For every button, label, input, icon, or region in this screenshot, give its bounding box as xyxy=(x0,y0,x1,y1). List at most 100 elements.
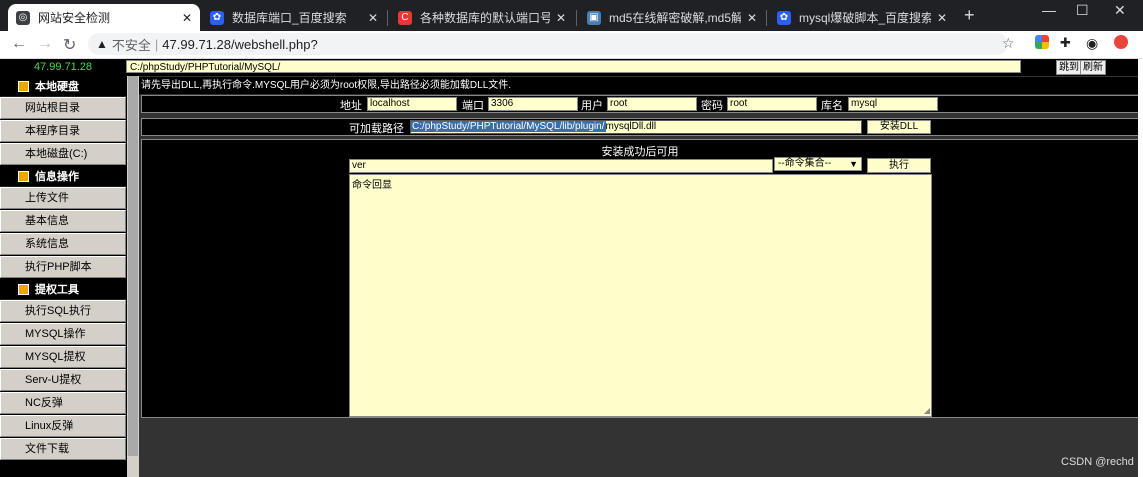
execute-button[interactable]: 执行 xyxy=(867,158,931,173)
dbname-label: 库名 xyxy=(821,100,843,112)
install-dll-button[interactable]: 安装DLL xyxy=(867,120,931,134)
tab-separator xyxy=(766,10,767,26)
refresh-button[interactable]: 刷新 xyxy=(1080,60,1106,75)
address-toolbar: ← → ↻ ▲ 不安全 | 47.99.71.28/webshell.php? … xyxy=(0,31,1143,59)
forward-icon[interactable]: → xyxy=(37,35,53,53)
url-divider: | xyxy=(154,36,159,52)
tab-md5-decrypt[interactable]: ▣ md5在线解密破解,md5解密加密 ✕ xyxy=(579,4,765,31)
user-label: 用户 xyxy=(581,100,603,112)
maximize-button[interactable]: ☐ xyxy=(1076,2,1089,19)
command-set-select[interactable]: --命令集合-- ▼ xyxy=(774,157,862,171)
sidebar-item-basic-info[interactable]: 基本信息 xyxy=(0,210,126,232)
sidebar-item-program-dir[interactable]: 本程序目录 xyxy=(0,120,126,142)
tab-website-security[interactable]: ◎ 网站安全检测 ✕ xyxy=(8,4,200,31)
reload-icon[interactable]: ↻ xyxy=(63,35,76,55)
sidebar-item-mysql-privesc[interactable]: MYSQL提权 xyxy=(0,346,126,368)
sidebar-item-system-info[interactable]: 系统信息 xyxy=(0,233,126,255)
status-text: 安装成功后可用 xyxy=(601,146,679,158)
section-privesc-tools: 提权工具 xyxy=(0,279,126,300)
extension-icon[interactable] xyxy=(1035,35,1049,49)
port-label: 端口 xyxy=(462,100,484,112)
scrollbar-thumb[interactable] xyxy=(128,76,138,456)
folder-icon xyxy=(18,283,29,295)
security-label[interactable]: 不安全 xyxy=(112,35,151,54)
output-text: 命令回显 xyxy=(352,180,392,191)
close-icon[interactable]: ✕ xyxy=(747,11,757,25)
server-ip: 47.99.71.28 xyxy=(0,59,126,76)
section-info-ops: 信息操作 xyxy=(0,166,126,187)
sidebar-menu: 本地硬盘 网站根目录 本程序目录 本地磁盘(C:) 信息操作 上传文件 基本信息… xyxy=(0,76,126,461)
sidebar-item-file-download[interactable]: 文件下载 xyxy=(0,438,126,460)
password-label: 密码 xyxy=(701,100,723,112)
sidebar-item-mysql-ops[interactable]: MYSQL操作 xyxy=(0,323,126,345)
dll-path-label: 可加载路径 xyxy=(349,123,404,135)
globe-icon: ◎ xyxy=(16,10,30,25)
tab-title: 数据库端口_百度搜索 xyxy=(232,11,347,25)
watermark: CSDN @rechd xyxy=(1061,456,1134,468)
path-input[interactable]: C:/phpStudy/PHPTutorial/MySQL/ xyxy=(126,60,1021,73)
warning-icon[interactable]: ▲ xyxy=(96,37,108,51)
sidebar-item-upload[interactable]: 上传文件 xyxy=(0,187,126,209)
command-output-textarea[interactable]: 命令回显 ◢ xyxy=(349,174,932,417)
tab-db-port-search[interactable]: ✿ 数据库端口_百度搜索 ✕ xyxy=(202,4,386,31)
dll-path-input[interactable]: C:/phpStudy/PHPTutorial/MySQL/lib/plugin… xyxy=(410,120,862,134)
dbname-input[interactable]: mysql xyxy=(848,97,938,111)
webshell-page: 47.99.71.28 本地硬盘 网站根目录 本程序目录 本地磁盘(C:) 信息… xyxy=(0,59,1143,477)
close-icon[interactable]: ✕ xyxy=(937,11,947,25)
main-area: C:/phpStudy/PHPTutorial/MySQL/ 跳到 刷新 请先导… xyxy=(126,59,1143,477)
host-label: 地址 xyxy=(340,100,362,112)
tab-separator xyxy=(387,10,388,26)
minimize-button[interactable]: — xyxy=(1042,2,1056,18)
back-icon[interactable]: ← xyxy=(11,35,27,53)
tab-title: 各种数据库的默认端口号-CSDN xyxy=(420,11,550,25)
url-text[interactable]: 47.99.71.28/webshell.php? xyxy=(162,37,317,52)
command-set-value: --命令集合-- xyxy=(778,158,832,169)
update-icon[interactable] xyxy=(1114,35,1128,49)
user-input[interactable]: root xyxy=(607,97,697,111)
browser-tab-strip: ◎ 网站安全检测 ✕ ✿ 数据库端口_百度搜索 ✕ C 各种数据库的默认端口号-… xyxy=(0,0,1143,31)
folder-icon xyxy=(18,170,29,182)
page-right-edge xyxy=(1138,59,1143,477)
tab-title: md5在线解密破解,md5解密加密 xyxy=(609,11,741,25)
dll-row: 可加载路径 C:/phpStudy/PHPTutorial/MySQL/lib/… xyxy=(141,118,1139,136)
sidebar: 47.99.71.28 本地硬盘 网站根目录 本程序目录 本地磁盘(C:) 信息… xyxy=(0,59,139,477)
section-title: 信息操作 xyxy=(35,171,79,183)
section-local-disk: 本地硬盘 xyxy=(0,76,126,97)
dll-path-rest: mysqlDll.dll xyxy=(605,121,657,132)
folder-icon xyxy=(18,80,29,92)
window-close-button[interactable]: ✕ xyxy=(1114,2,1126,19)
sidebar-scrollbar[interactable] xyxy=(127,76,139,477)
sidebar-item-web-root[interactable]: 网站根目录 xyxy=(0,97,126,119)
goto-button[interactable]: 跳到 xyxy=(1056,60,1082,75)
profile-icon[interactable]: ◉ xyxy=(1086,35,1098,52)
close-icon[interactable]: ✕ xyxy=(368,11,378,25)
md5-site-icon: ▣ xyxy=(587,10,601,25)
new-tab-button[interactable]: + xyxy=(964,5,975,26)
command-input[interactable]: ver xyxy=(349,159,773,173)
path-strip: C:/phpStudy/PHPTutorial/MySQL/ 跳到 刷新 xyxy=(126,59,1143,76)
port-input[interactable]: 3306 xyxy=(488,97,578,111)
csdn-c-icon: C xyxy=(398,10,412,25)
close-icon[interactable]: ✕ xyxy=(556,11,566,25)
tab-mysql-bruteforce-search[interactable]: ✿ mysql爆破脚本_百度搜索 ✕ xyxy=(769,4,955,31)
sidebar-item-linux-reverse[interactable]: Linux反弹 xyxy=(0,415,126,437)
sidebar-item-servu-privesc[interactable]: Serv-U提权 xyxy=(0,369,126,391)
dll-path-selected: C:/phpStudy/PHPTutorial/MySQL/lib/plugin… xyxy=(411,121,606,132)
close-icon[interactable]: ✕ xyxy=(182,11,192,25)
url-bar[interactable]: ▲ 不安全 | 47.99.71.28/webshell.php? xyxy=(88,33,1008,55)
puzzle-icon[interactable]: ✚ xyxy=(1060,35,1071,51)
sidebar-item-exec-sql[interactable]: 执行SQL执行 xyxy=(0,300,126,322)
chevron-down-icon: ▼ xyxy=(849,159,858,169)
section-title: 本地硬盘 xyxy=(35,81,79,93)
sidebar-item-nc-reverse[interactable]: NC反弹 xyxy=(0,392,126,414)
sidebar-item-exec-php[interactable]: 执行PHP脚本 xyxy=(0,256,126,278)
tab-separator xyxy=(576,10,577,26)
resize-grip-icon[interactable]: ◢ xyxy=(924,406,930,415)
baidu-paw-icon: ✿ xyxy=(777,10,791,25)
tab-csdn-db-ports[interactable]: C 各种数据库的默认端口号-CSDN ✕ xyxy=(390,4,574,31)
star-icon[interactable]: ☆ xyxy=(1002,35,1015,52)
host-input[interactable]: localhost xyxy=(367,97,457,111)
password-input[interactable]: root xyxy=(727,97,817,111)
sidebar-item-local-disk-c[interactable]: 本地磁盘(C:) xyxy=(0,143,126,165)
command-panel: 安装成功后可用 ver --命令集合-- ▼ 执行 命令回显 ◢ xyxy=(141,139,1139,418)
